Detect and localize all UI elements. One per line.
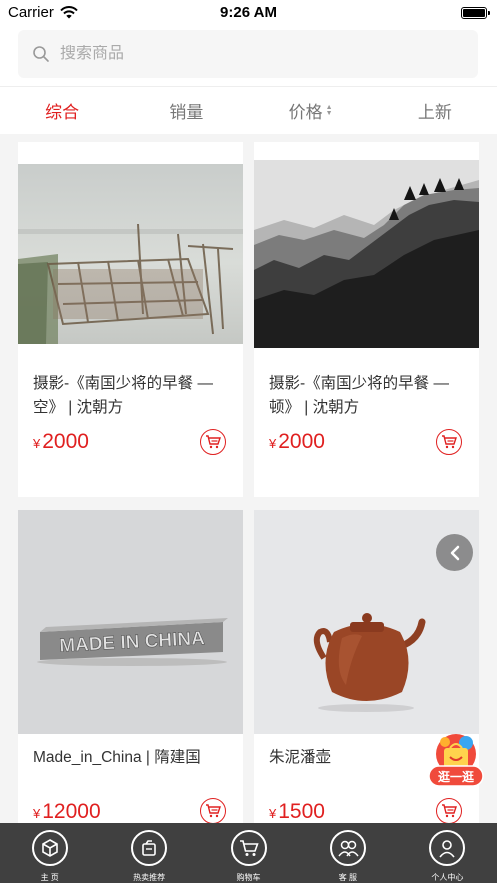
sort-tab-comprehensive[interactable]: 综合 [0,87,124,134]
currency-symbol: ¥ [33,806,41,821]
battery-icon [461,7,490,19]
sort-tab-label: 上新 [417,103,452,122]
product-price: ¥1500 [269,800,325,823]
search-input[interactable] [60,45,440,63]
search-bar[interactable] [18,30,478,78]
product-card[interactable]: 摄影-《南国少将的早餐 — 空》 | 沈朝方 ¥2000 [18,142,243,497]
cart-icon [442,804,457,818]
sort-tab-label: 销量 [169,103,204,122]
tab-label: 购物车 [236,873,261,882]
cart-icon [206,804,221,818]
tab-customer-service[interactable]: 客 服 [298,823,397,883]
clock: 9:26 AM [220,4,277,21]
bottom-tab-bar: 主 页 热卖推荐 购物车 客 服 个人中心 [0,823,497,883]
stroll-label: 逛一逛 [438,769,474,784]
cart-icon [230,830,267,866]
sort-tabs: 综合 销量 价格 ▲ ▼ 上新 [0,86,497,134]
product-price: ¥2000 [33,430,89,454]
hot-sale-icon [131,830,168,866]
tab-hot-sale[interactable]: 热卖推荐 [99,823,198,883]
tab-home[interactable]: 主 页 [0,823,99,883]
product-card[interactable]: MADE IN CHINA Made_in_China | 隋建国 ¥12000 [18,510,243,823]
search-icon [33,46,49,62]
product-image: MADE IN CHINA [18,510,243,734]
sort-tab-label: 综合 [45,103,80,122]
sort-tab-price[interactable]: 价格 ▲ ▼ [249,87,373,134]
price-value: 2000 [42,430,89,453]
tab-label: 热卖推荐 [133,873,166,882]
add-to-cart-button[interactable] [436,429,462,455]
home-cube-icon [31,830,68,866]
chevron-left-icon [450,545,459,560]
product-price: ¥2000 [269,430,325,454]
profile-icon [429,830,466,866]
product-price: ¥12000 [33,800,101,823]
product-title: 摄影-《南国少将的早餐 — 空》 | 沈朝方 [33,375,213,416]
product-title: 摄影-《南国少将的早餐 — 顿》 | 沈朝方 [269,375,449,416]
sort-tab-sales[interactable]: 销量 [124,87,248,134]
product-image [254,160,479,348]
price-value: 1500 [278,800,325,823]
product-image [18,164,243,344]
search-header [0,26,497,86]
product-card[interactable]: 摄影-《南国少将的早餐 — 顿》 | 沈朝方 ¥2000 [254,142,479,497]
back-button[interactable] [436,534,473,571]
status-bar: Carrier 9:26 AM [0,0,497,26]
sort-tab-new[interactable]: 上新 [373,87,497,134]
cart-icon [442,435,457,449]
sort-arrows-icon: ▲ ▼ [325,103,333,117]
add-to-cart-button[interactable] [200,798,226,823]
tab-label: 主 页 [40,873,59,882]
customer-service-icon [329,830,366,866]
currency-symbol: ¥ [269,436,277,451]
add-to-cart-button[interactable] [436,798,462,823]
cart-icon [206,435,221,449]
price-value: 2000 [278,430,325,453]
stroll-button[interactable]: 逛一逛 [426,732,486,790]
add-to-cart-button[interactable] [200,429,226,455]
sort-tab-label: 价格 [288,103,323,122]
tab-cart[interactable]: 购物车 [199,823,298,883]
currency-symbol: ¥ [33,436,41,451]
tab-label: 客 服 [338,873,358,882]
product-title: Made_in_China | 隋建国 [33,749,201,766]
tab-label: 个人中心 [431,873,464,882]
product-grid: 摄影-《南国少将的早餐 — 空》 | 沈朝方 ¥2000 摄影-《南国少将的早餐… [0,134,497,823]
tab-profile[interactable]: 个人中心 [398,823,497,883]
price-value: 12000 [42,800,101,823]
currency-symbol: ¥ [269,806,277,821]
